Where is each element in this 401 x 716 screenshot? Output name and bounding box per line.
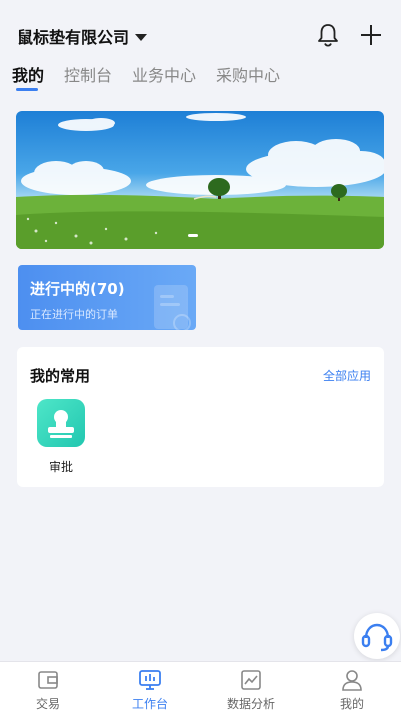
common-apps-title: 我的常用	[30, 367, 91, 385]
tab-mine-label: 我的	[12, 66, 45, 85]
approval-app-tile[interactable]	[37, 399, 85, 447]
chart-icon	[241, 670, 261, 690]
banner-carousel[interactable]	[16, 111, 384, 249]
document-icon	[154, 285, 191, 330]
company-name: 鼠标垫有限公司	[17, 28, 130, 47]
plus-icon[interactable]	[358, 22, 384, 48]
user-icon	[342, 670, 362, 691]
in-progress-orders-card[interactable]: 进行中的(70) 正在进行中的订单	[18, 265, 196, 330]
tab-mine[interactable]: 我的	[12, 62, 45, 91]
tabbar-label-data-analysis: 数据分析	[226, 697, 275, 711]
tabbar-item-mine[interactable]: 我的	[312, 662, 392, 716]
headset-icon	[361, 623, 393, 652]
all-apps-link[interactable]: 全部应用	[323, 367, 371, 384]
wallet-icon	[38, 671, 58, 689]
tabbar-item-data-analysis[interactable]: 数据分析	[211, 662, 291, 716]
tab-console[interactable]: 控制台	[64, 62, 112, 86]
tabbar-item-trade[interactable]: 交易	[8, 662, 88, 716]
workbench-icon	[139, 670, 161, 690]
tabbar-label-trade: 交易	[35, 697, 60, 711]
carousel-indicator	[188, 234, 198, 237]
tab-purchase-center[interactable]: 采购中心	[216, 62, 280, 86]
top-header: 鼠标垫有限公司 我的 控制台 业务中心 采购中心	[0, 0, 401, 95]
customer-support-button[interactable]	[354, 613, 400, 659]
tab-purchase-center-label: 采购中心	[216, 66, 281, 85]
bell-icon[interactable]	[315, 22, 341, 48]
tab-console-label: 控制台	[64, 66, 113, 85]
my-common-apps-card: 我的常用 全部应用 审批	[17, 347, 384, 487]
bottom-tab-bar: 交易 工作台 数据分析 我的	[0, 661, 401, 716]
banner-landscape-image	[16, 113, 384, 249]
company-selector[interactable]: 鼠标垫有限公司	[17, 24, 148, 48]
tabbar-item-workbench[interactable]: 工作台	[110, 662, 190, 716]
tab-business-center-label: 业务中心	[132, 66, 197, 85]
in-progress-subtitle: 正在进行中的订单	[30, 308, 118, 321]
tabbar-label-mine: 我的	[339, 697, 364, 711]
active-tab-indicator	[16, 88, 38, 91]
caret-down-icon	[135, 33, 148, 41]
in-progress-title: 进行中的(70)	[30, 280, 125, 298]
tab-business-center[interactable]: 业务中心	[132, 62, 196, 86]
approval-stamp-icon	[48, 410, 74, 438]
tabbar-label-workbench: 工作台	[131, 697, 168, 711]
approval-app-label: 审批	[49, 460, 74, 474]
top-tabs: 我的 控制台 业务中心 采购中心	[12, 62, 300, 91]
